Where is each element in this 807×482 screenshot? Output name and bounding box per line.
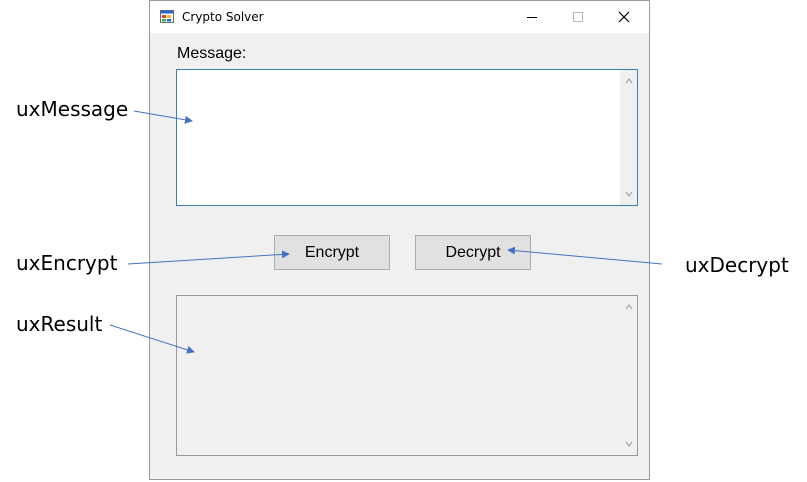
encrypt-button[interactable]: Encrypt bbox=[274, 235, 390, 270]
close-icon bbox=[618, 11, 630, 23]
maximize-button[interactable] bbox=[555, 1, 601, 33]
scroll-down-icon[interactable] bbox=[624, 189, 634, 199]
callout-uxdecrypt: uxDecrypt bbox=[685, 253, 789, 277]
message-scrollbar[interactable] bbox=[620, 70, 637, 205]
maximize-icon bbox=[573, 12, 583, 22]
minimize-icon bbox=[527, 17, 537, 18]
close-button[interactable] bbox=[601, 1, 647, 33]
scroll-up-icon[interactable] bbox=[624, 76, 634, 86]
message-textbox[interactable] bbox=[176, 69, 638, 206]
app-icon bbox=[160, 10, 174, 23]
title-bar[interactable]: Crypto Solver bbox=[150, 1, 649, 33]
scroll-up-icon[interactable] bbox=[624, 302, 634, 312]
callout-uxencrypt: uxEncrypt bbox=[16, 251, 118, 275]
callout-uxresult: uxResult bbox=[16, 312, 103, 336]
result-scrollbar[interactable] bbox=[620, 296, 637, 455]
window-title: Crypto Solver bbox=[182, 10, 264, 24]
message-label: Message: bbox=[177, 45, 247, 62]
minimize-button[interactable] bbox=[509, 1, 555, 33]
crypto-solver-window: Crypto Solver Message: Encrypt Decrypt bbox=[149, 0, 650, 480]
result-textbox[interactable] bbox=[176, 295, 638, 456]
scroll-down-icon[interactable] bbox=[624, 439, 634, 449]
decrypt-button[interactable]: Decrypt bbox=[415, 235, 531, 270]
callout-uxmessage: uxMessage bbox=[16, 97, 129, 121]
